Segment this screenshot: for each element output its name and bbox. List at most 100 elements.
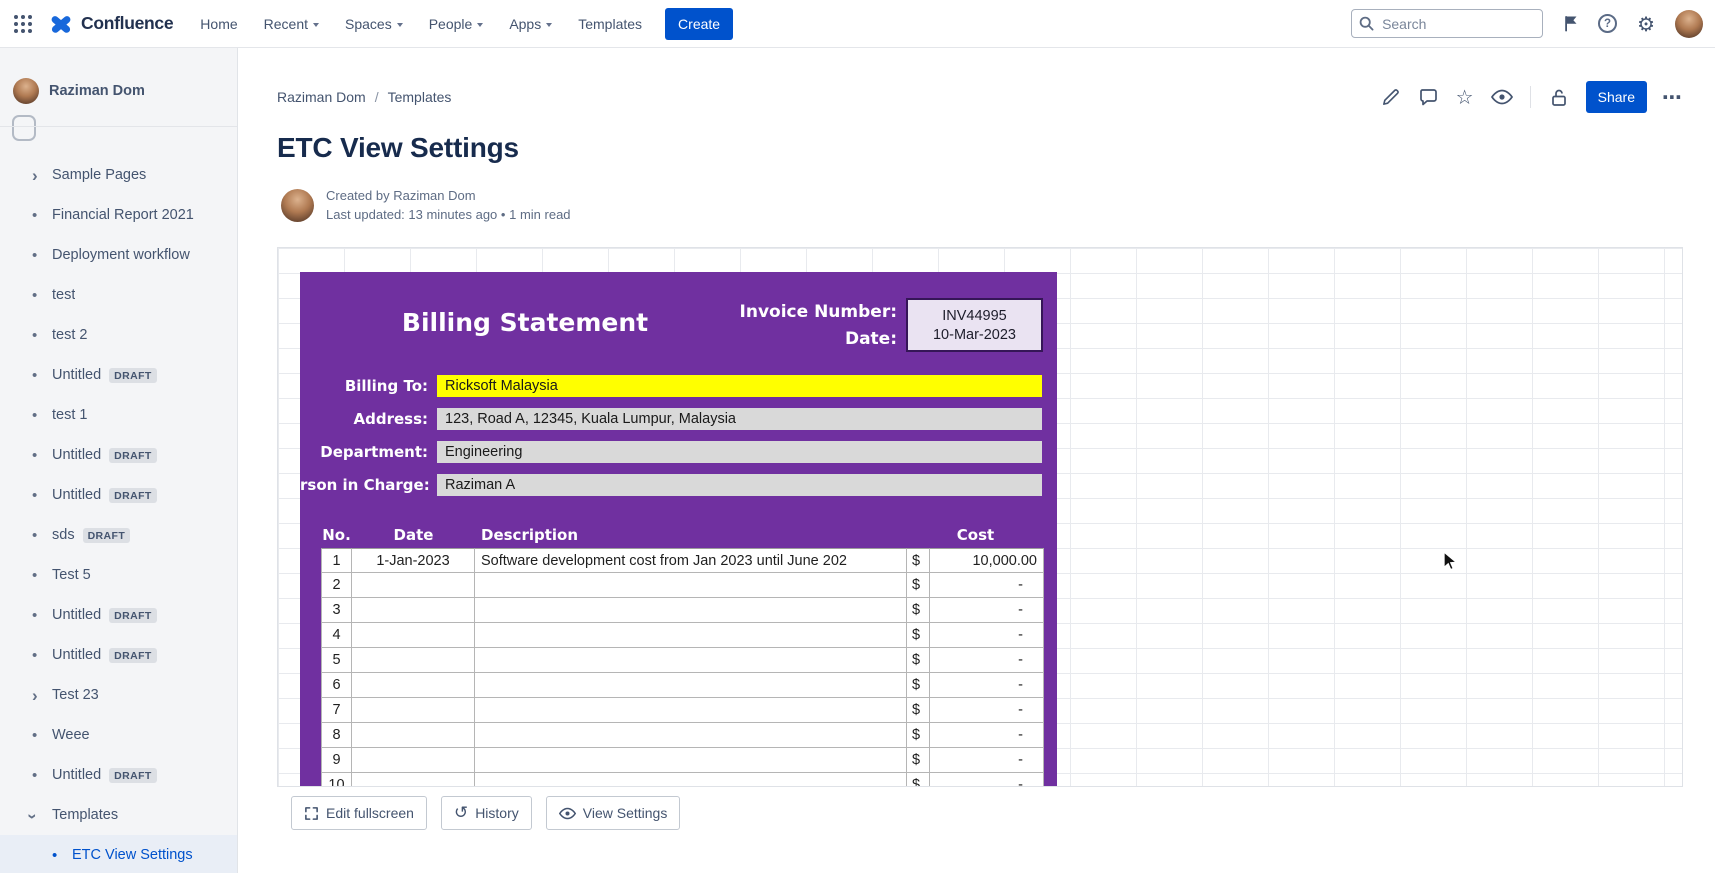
breadcrumb-space-link[interactable]: Raziman Dom bbox=[277, 89, 366, 105]
sidebar-item[interactable]: Weee bbox=[0, 715, 237, 755]
draft-badge: DRAFT bbox=[83, 528, 131, 543]
read-time-text: 1 min read bbox=[509, 207, 570, 222]
table-row: 9 $ - bbox=[321, 748, 1044, 773]
chevron-down-icon bbox=[313, 23, 319, 27]
sidebar-item[interactable]: Untitled DRAFT bbox=[0, 595, 237, 635]
comment-icon[interactable] bbox=[1416, 85, 1440, 109]
star-icon[interactable]: ☆ bbox=[1453, 85, 1477, 109]
item-marker-icon bbox=[32, 207, 52, 224]
byline: Created by Raziman Dom Last updated: 13 … bbox=[281, 186, 571, 224]
settings-gear-icon[interactable]: ⚙ bbox=[1637, 14, 1655, 34]
space-avatar[interactable] bbox=[13, 78, 39, 104]
nav-item[interactable]: Home bbox=[199, 10, 238, 38]
edit-fullscreen-button[interactable]: Edit fullscreen bbox=[291, 796, 427, 830]
item-marker-icon bbox=[32, 487, 52, 504]
field-row: rson in Charge: Raziman A bbox=[300, 474, 1042, 496]
flag-icon[interactable] bbox=[1563, 15, 1578, 32]
nav-item[interactable]: People bbox=[428, 10, 485, 38]
item-marker-icon bbox=[32, 607, 52, 624]
created-by-text: Created by Raziman Dom bbox=[326, 186, 571, 205]
toolbar-divider bbox=[1530, 86, 1531, 108]
invoice-number-label: Invoice Number: bbox=[647, 299, 897, 326]
item-marker-icon bbox=[32, 247, 52, 264]
edit-pencil-icon[interactable] bbox=[1379, 85, 1403, 109]
sidebar-item[interactable]: Untitled DRAFT bbox=[0, 635, 237, 675]
billing-statement: Billing Statement Invoice Number: Date: … bbox=[300, 272, 1057, 786]
main-content: Raziman Dom / Templates ☆ Sha bbox=[238, 48, 1715, 873]
sidebar-item[interactable]: Deployment workflow bbox=[0, 235, 237, 275]
help-icon[interactable]: ? bbox=[1598, 14, 1617, 33]
app-switcher-icon[interactable] bbox=[14, 15, 32, 33]
create-button[interactable]: Create bbox=[665, 8, 733, 40]
breadcrumb: Raziman Dom / Templates bbox=[277, 89, 451, 105]
view-settings-button[interactable]: View Settings bbox=[546, 796, 681, 830]
item-marker-icon bbox=[32, 167, 52, 184]
space-sidebar: Raziman Dom Sample Pages Financial Repor… bbox=[0, 48, 238, 873]
primary-nav: Home Recent Spaces People Apps bbox=[199, 10, 643, 38]
watch-eye-icon[interactable] bbox=[1490, 85, 1514, 109]
invoice-labels: Invoice Number: Date: bbox=[647, 299, 897, 353]
sidebar-item[interactable]: Untitled DRAFT bbox=[0, 355, 237, 395]
item-marker-icon bbox=[32, 807, 52, 824]
nav-item[interactable]: Recent bbox=[263, 10, 320, 38]
share-button[interactable]: Share bbox=[1586, 81, 1647, 113]
view-settings-eye-icon bbox=[559, 807, 576, 820]
sidebar-item[interactable]: test 2 bbox=[0, 315, 237, 355]
sidebar-item[interactable]: Templates bbox=[0, 795, 237, 835]
sidebar-item[interactable]: Sample Pages bbox=[0, 155, 237, 195]
draft-badge: DRAFT bbox=[109, 488, 157, 503]
invoice-values: INV44995 10-Mar-2023 bbox=[906, 298, 1043, 352]
invoice-date-label: Date: bbox=[647, 326, 897, 353]
sidebar-item[interactable]: Financial Report 2021 bbox=[0, 195, 237, 235]
chevron-down-icon bbox=[477, 23, 483, 27]
table-row: 1 1-Jan-2023 Software development cost f… bbox=[321, 548, 1044, 573]
nav-item[interactable]: Apps bbox=[508, 10, 553, 38]
sidebar-item[interactable]: test 1 bbox=[0, 395, 237, 435]
sidebar-item[interactable]: Untitled DRAFT bbox=[0, 475, 237, 515]
sidebar-item[interactable]: sds DRAFT bbox=[0, 515, 237, 555]
cost-table: No. Date Description Cost 1 1-Jan-2023 S… bbox=[321, 522, 1044, 786]
byline-separator: • bbox=[501, 207, 506, 222]
table-row: 6 $ - bbox=[321, 673, 1044, 698]
draft-badge: DRAFT bbox=[109, 368, 157, 383]
confluence-logo[interactable]: Confluence bbox=[48, 11, 173, 37]
restrictions-lock-icon[interactable] bbox=[1547, 85, 1571, 109]
space-name[interactable]: Raziman Dom bbox=[49, 83, 145, 99]
page-tree: Sample Pages Financial Report 2021 Deplo… bbox=[0, 155, 237, 873]
item-marker-icon bbox=[32, 447, 52, 464]
item-marker-icon bbox=[32, 287, 52, 304]
chevron-down-icon bbox=[397, 23, 403, 27]
sidebar-item[interactable]: Test 23 bbox=[0, 675, 237, 715]
item-marker-icon bbox=[32, 327, 52, 344]
invoice-number-value: INV44995 bbox=[908, 308, 1041, 324]
table-header: No. Date Description Cost bbox=[321, 522, 1044, 548]
sidebar-item[interactable]: ETC View Settings bbox=[0, 835, 237, 873]
draft-badge: DRAFT bbox=[109, 608, 157, 623]
sidebar-item[interactable]: Untitled DRAFT bbox=[0, 435, 237, 475]
sidebar-item[interactable]: test bbox=[0, 275, 237, 315]
table-row: 5 $ - bbox=[321, 648, 1044, 673]
sidebar-item[interactable]: Untitled DRAFT bbox=[0, 755, 237, 795]
user-avatar[interactable] bbox=[1675, 10, 1703, 38]
item-marker-icon bbox=[32, 727, 52, 744]
history-button[interactable]: ↺ History bbox=[441, 796, 532, 830]
space-header: Raziman Dom bbox=[0, 48, 237, 110]
more-options-button[interactable]: ⋯ bbox=[1662, 85, 1683, 109]
draft-badge: DRAFT bbox=[109, 448, 157, 463]
sidebar-item[interactable]: Test 5 bbox=[0, 555, 237, 595]
brand-name: Confluence bbox=[81, 13, 173, 34]
scrolled-item-remnant bbox=[0, 110, 237, 155]
field-row: Address: 123, Road A, 12345, Kuala Lumpu… bbox=[300, 408, 1042, 430]
breadcrumb-parent-link[interactable]: Templates bbox=[388, 89, 452, 105]
item-marker-icon bbox=[32, 407, 52, 424]
item-marker-icon bbox=[32, 367, 52, 384]
spreadsheet-embed[interactable]: Billing Statement Invoice Number: Date: … bbox=[277, 247, 1683, 787]
search-input[interactable] bbox=[1351, 9, 1543, 38]
author-avatar[interactable] bbox=[281, 189, 314, 222]
search-icon bbox=[1359, 16, 1374, 31]
nav-item[interactable]: Spaces bbox=[344, 10, 404, 38]
top-navigation-bar: Confluence Home Recent Spaces People bbox=[0, 0, 1715, 48]
nav-item[interactable]: Templates bbox=[577, 10, 643, 38]
table-row: 2 $ - bbox=[321, 573, 1044, 598]
page-title: ETC View Settings bbox=[277, 132, 519, 164]
